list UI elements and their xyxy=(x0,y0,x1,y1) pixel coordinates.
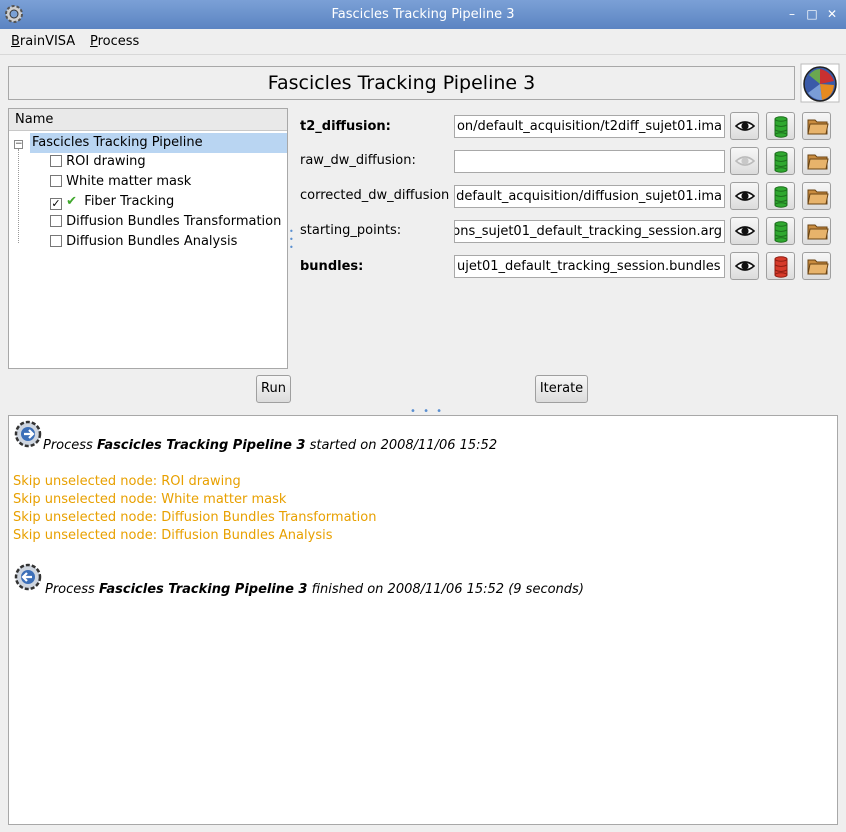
maximize-button[interactable]: □ xyxy=(804,6,820,22)
tree-root-item[interactable]: Fascicles Tracking Pipeline xyxy=(30,133,287,153)
step-checkbox[interactable] xyxy=(50,215,62,227)
folder-browse-icon xyxy=(807,259,829,275)
database-green-icon xyxy=(774,186,788,208)
tree-item-roi-drawing[interactable]: ROI drawing xyxy=(50,152,146,172)
step-checkbox[interactable] xyxy=(50,175,62,187)
tree-item-bundles-transformation[interactable]: Diffusion Bundles Transformation xyxy=(50,212,281,232)
eye-icon xyxy=(735,191,755,201)
brain-logo-icon xyxy=(800,63,840,103)
minimize-button[interactable]: – xyxy=(784,6,800,22)
param-label-bundles: bundles: xyxy=(300,259,364,274)
close-button[interactable]: ✕ xyxy=(824,6,840,22)
database-button[interactable] xyxy=(766,147,795,175)
gear-icon[interactable] xyxy=(3,3,25,25)
database-red-icon xyxy=(774,256,788,278)
database-button[interactable] xyxy=(766,252,795,280)
run-button[interactable]: Run xyxy=(256,375,291,403)
database-button[interactable] xyxy=(766,217,795,245)
view-button[interactable] xyxy=(730,182,759,210)
process-finish-icon xyxy=(14,563,42,591)
view-button[interactable] xyxy=(730,217,759,245)
log-skip-line: Skip unselected node: Diffusion Bundles … xyxy=(13,510,377,525)
process-title: Fascicles Tracking Pipeline 3 xyxy=(8,66,795,100)
database-green-icon xyxy=(774,116,788,138)
tree-item-white-matter-mask[interactable]: White matter mask xyxy=(50,172,191,192)
window-title: Fascicles Tracking Pipeline 3 xyxy=(331,7,515,22)
database-button[interactable] xyxy=(766,112,795,140)
param-input-raw-dw-diffusion[interactable] xyxy=(454,150,725,173)
browse-button[interactable] xyxy=(802,112,831,140)
database-green-icon xyxy=(774,221,788,243)
step-checkbox[interactable] xyxy=(50,235,62,247)
success-check-icon: ✔ xyxy=(66,194,78,209)
param-label-t2-diffusion: t2_diffusion: xyxy=(300,119,391,134)
browse-button[interactable] xyxy=(802,147,831,175)
param-input-t2-diffusion[interactable]: on/default_acquisition/t2diff_sujet01.im… xyxy=(454,115,725,138)
log-skip-line: Skip unselected node: Diffusion Bundles … xyxy=(13,528,333,543)
param-label-corrected-dw-diffusion: corrected_dw_diffusion xyxy=(300,188,450,203)
step-checkbox[interactable] xyxy=(50,155,62,167)
menu-brainvisa[interactable]: BrainVISA xyxy=(11,34,75,49)
param-label-raw-dw-diffusion: raw_dw_diffusion: xyxy=(300,153,416,168)
param-input-corrected-dw-diffusion[interactable]: default_acquisition/diffusion_sujet01.im… xyxy=(454,185,725,208)
menu-bar: BrainVISA Process xyxy=(0,29,846,55)
view-button[interactable] xyxy=(730,147,759,175)
database-green-icon xyxy=(774,151,788,173)
log-panel: Process Fascicles Tracking Pipeline 3 st… xyxy=(8,415,838,825)
tree-column-header: Name xyxy=(9,109,287,131)
eye-icon xyxy=(735,226,755,236)
process-start-icon xyxy=(14,420,42,448)
eye-icon xyxy=(735,156,755,166)
folder-browse-icon xyxy=(807,154,829,170)
eye-icon xyxy=(735,261,755,271)
collapse-toggle[interactable]: − xyxy=(14,140,23,149)
tree-item-bundles-analysis[interactable]: Diffusion Bundles Analysis xyxy=(50,232,237,252)
folder-browse-icon xyxy=(807,119,829,135)
vertical-splitter-handle[interactable]: • • • xyxy=(289,228,294,252)
browse-button[interactable] xyxy=(802,182,831,210)
iterate-button[interactable]: Iterate xyxy=(535,375,588,403)
log-start-line: Process Fascicles Tracking Pipeline 3 st… xyxy=(43,438,498,453)
browse-button[interactable] xyxy=(802,217,831,245)
log-finish-line: Process Fascicles Tracking Pipeline 3 fi… xyxy=(45,582,584,597)
menu-process[interactable]: Process xyxy=(90,34,139,49)
param-input-starting-points[interactable]: ons_sujet01_default_tracking_session.arg xyxy=(454,220,725,243)
browse-button[interactable] xyxy=(802,252,831,280)
view-button[interactable] xyxy=(730,252,759,280)
view-button[interactable] xyxy=(730,112,759,140)
step-checkbox[interactable]: ✓ xyxy=(50,198,62,210)
tree-connector xyxy=(18,149,19,243)
folder-browse-icon xyxy=(807,224,829,240)
param-input-bundles[interactable]: ujet01_default_tracking_session.bundles xyxy=(454,255,725,278)
log-skip-line: Skip unselected node: ROI drawing xyxy=(13,474,241,489)
folder-browse-icon xyxy=(807,189,829,205)
eye-icon xyxy=(735,121,755,131)
log-skip-line: Skip unselected node: White matter mask xyxy=(13,492,287,507)
param-label-starting-points: starting_points: xyxy=(300,223,402,238)
database-button[interactable] xyxy=(766,182,795,210)
title-bar: Fascicles Tracking Pipeline 3 – □ ✕ xyxy=(0,0,846,29)
pipeline-tree: Name − Fascicles Tracking Pipeline ROI d… xyxy=(8,108,288,369)
tree-item-fiber-tracking[interactable]: ✓ ✔ Fiber Tracking xyxy=(50,192,174,212)
